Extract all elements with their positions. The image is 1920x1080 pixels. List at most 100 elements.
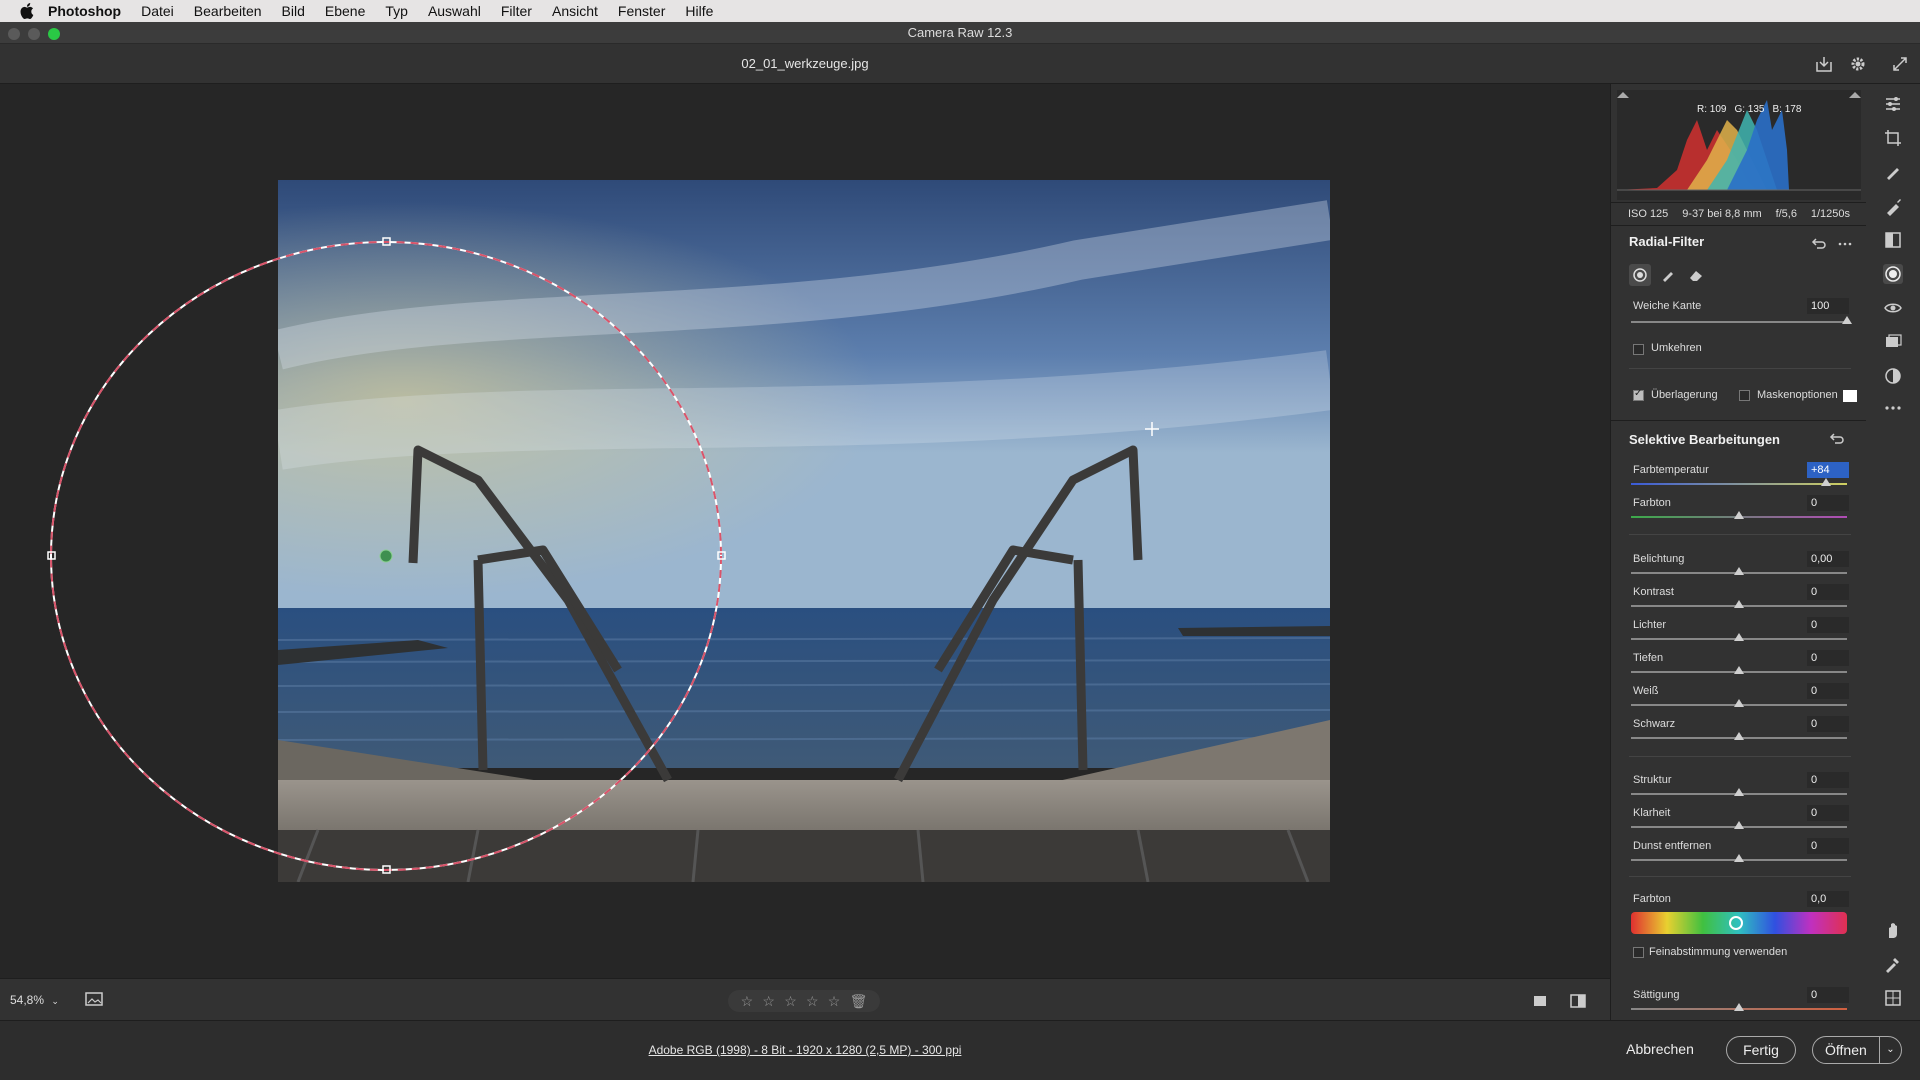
preview-image-icon[interactable] bbox=[84, 991, 106, 1009]
shutter-value: 1/1250s bbox=[1810, 208, 1851, 220]
blacks-label: Schwarz bbox=[1633, 718, 1676, 730]
menu-ansicht[interactable]: Ansicht bbox=[552, 3, 598, 19]
window-title: Camera Raw 12.3 bbox=[907, 25, 1013, 40]
highlights-slider-thumb[interactable] bbox=[1734, 633, 1744, 641]
grid-icon[interactable] bbox=[1883, 988, 1903, 1008]
edit-sliders-icon[interactable] bbox=[1883, 94, 1903, 114]
feather-slider-thumb[interactable] bbox=[1842, 316, 1852, 324]
before-after-icon[interactable] bbox=[1570, 993, 1586, 1009]
blacks-value[interactable]: 0 bbox=[1807, 716, 1849, 732]
whites-slider-thumb[interactable] bbox=[1734, 699, 1744, 707]
menu-ebene[interactable]: Ebene bbox=[325, 3, 365, 19]
clarity-slider-thumb[interactable] bbox=[1734, 821, 1744, 829]
radial-filter-overlay[interactable] bbox=[0, 84, 1610, 978]
menu-bild[interactable]: Bild bbox=[282, 3, 305, 19]
contrast-value[interactable]: 0 bbox=[1807, 584, 1849, 600]
menu-filter[interactable]: Filter bbox=[501, 3, 532, 19]
red-eye-icon[interactable] bbox=[1883, 298, 1903, 318]
healing-icon[interactable] bbox=[1883, 162, 1903, 182]
more-tools-icon[interactable] bbox=[1883, 398, 1903, 418]
shadows-slider-thumb[interactable] bbox=[1734, 666, 1744, 674]
tint-slider-thumb[interactable] bbox=[1734, 511, 1744, 519]
highlights-value[interactable]: 0 bbox=[1807, 617, 1849, 633]
exposure-value[interactable]: 0,00 bbox=[1807, 551, 1849, 567]
menu-fenster[interactable]: Fenster bbox=[618, 3, 665, 19]
apple-icon[interactable] bbox=[20, 3, 36, 19]
temperature-slider-thumb[interactable] bbox=[1821, 478, 1831, 486]
radial-filter-icon[interactable] bbox=[1883, 264, 1903, 284]
texture-value[interactable]: 0 bbox=[1807, 772, 1849, 788]
crop-icon[interactable] bbox=[1883, 128, 1903, 148]
lens-value: 9-37 bei 8,8 mm bbox=[1682, 208, 1762, 220]
eraser-icon[interactable] bbox=[1685, 264, 1707, 286]
image-canvas[interactable] bbox=[0, 84, 1610, 978]
hand-icon[interactable] bbox=[1883, 920, 1903, 940]
invert-checkbox[interactable] bbox=[1633, 344, 1644, 355]
tint-value[interactable]: 0 bbox=[1807, 495, 1849, 511]
aperture-value: f/5,6 bbox=[1775, 208, 1797, 220]
menu-typ[interactable]: Typ bbox=[385, 3, 408, 19]
exposure-slider-thumb[interactable] bbox=[1734, 567, 1744, 575]
zoom-window-button[interactable] bbox=[48, 28, 60, 40]
color-sampler-icon[interactable] bbox=[1883, 954, 1903, 974]
presets-icon[interactable] bbox=[1883, 366, 1903, 386]
open-button[interactable]: Öffnen ⌄ bbox=[1812, 1036, 1902, 1064]
blacks-slider-thumb[interactable] bbox=[1734, 732, 1744, 740]
trash-icon[interactable]: 🗑 bbox=[850, 993, 868, 1010]
star-icon[interactable]: ☆ bbox=[762, 993, 775, 1010]
texture-slider-thumb[interactable] bbox=[1734, 788, 1744, 796]
graduated-filter-icon[interactable] bbox=[1883, 230, 1903, 250]
menu-app-name[interactable]: Photoshop bbox=[48, 3, 121, 19]
save-icon[interactable] bbox=[1814, 54, 1834, 74]
more-icon[interactable] bbox=[1837, 236, 1853, 252]
star-icon[interactable]: ☆ bbox=[828, 993, 841, 1010]
clarity-value[interactable]: 0 bbox=[1807, 805, 1849, 821]
menu-hilfe[interactable]: Hilfe bbox=[685, 3, 713, 19]
blue-value: B: 178 bbox=[1772, 104, 1802, 115]
feather-value[interactable]: 100 bbox=[1807, 298, 1849, 314]
star-icon[interactable]: ☆ bbox=[784, 993, 797, 1010]
fine-tune-checkbox[interactable] bbox=[1633, 947, 1644, 958]
minimize-window-button[interactable] bbox=[28, 28, 40, 40]
menu-bearbeiten[interactable]: Bearbeiten bbox=[194, 3, 262, 19]
new-radial-icon[interactable] bbox=[1629, 264, 1651, 286]
reset-icon[interactable] bbox=[1829, 431, 1845, 447]
adjustment-brush-icon[interactable] bbox=[1883, 196, 1903, 216]
star-icon[interactable]: ☆ bbox=[806, 993, 819, 1010]
dehaze-value[interactable]: 0 bbox=[1807, 838, 1849, 854]
shadows-value[interactable]: 0 bbox=[1807, 650, 1849, 666]
rgb-readout: R: 109 G: 135 B: 178 bbox=[1697, 104, 1801, 115]
temperature-value[interactable]: +84 bbox=[1807, 462, 1849, 478]
green-value: G: 135 bbox=[1734, 104, 1765, 115]
window-title-bar: Camera Raw 12.3 bbox=[0, 22, 1920, 44]
saturation-slider-thumb[interactable] bbox=[1734, 1003, 1744, 1011]
dehaze-slider-thumb[interactable] bbox=[1734, 854, 1744, 862]
saturation-value[interactable]: 0 bbox=[1807, 987, 1849, 1003]
contrast-slider-thumb[interactable] bbox=[1734, 600, 1744, 608]
reset-icon[interactable] bbox=[1811, 236, 1827, 252]
hue-slider-thumb[interactable] bbox=[1729, 916, 1743, 930]
brush-icon[interactable] bbox=[1657, 264, 1679, 286]
feather-slider[interactable] bbox=[1631, 321, 1847, 323]
whites-value[interactable]: 0 bbox=[1807, 683, 1849, 699]
mask-color-swatch[interactable] bbox=[1843, 390, 1857, 402]
zoom-level-select[interactable]: 54,8% ⌄ bbox=[10, 993, 59, 1007]
snapshots-icon[interactable] bbox=[1883, 332, 1903, 352]
overlay-checkbox[interactable] bbox=[1633, 388, 1644, 401]
single-view-icon[interactable] bbox=[1532, 993, 1548, 1009]
gear-icon[interactable] bbox=[1848, 54, 1868, 74]
fullscreen-icon[interactable] bbox=[1890, 54, 1910, 74]
workflow-options-link[interactable]: Adobe RGB (1998) - 8 Bit - 1920 x 1280 (… bbox=[0, 1043, 1610, 1057]
mask-options-checkbox[interactable] bbox=[1739, 390, 1750, 401]
temperature-slider[interactable] bbox=[1631, 483, 1847, 485]
close-window-button[interactable] bbox=[8, 28, 20, 40]
hue-value[interactable]: 0,0 bbox=[1807, 891, 1849, 907]
chevron-down-icon[interactable]: ⌄ bbox=[1879, 1037, 1901, 1063]
zoom-level-value: 54,8% bbox=[10, 993, 45, 1007]
done-button[interactable]: Fertig bbox=[1726, 1036, 1796, 1064]
menu-datei[interactable]: Datei bbox=[141, 3, 174, 19]
star-rating[interactable]: ☆ ☆ ☆ ☆ ☆ 🗑 bbox=[728, 990, 880, 1012]
cancel-button[interactable]: Abbrechen bbox=[1620, 1036, 1700, 1064]
menu-auswahl[interactable]: Auswahl bbox=[428, 3, 481, 19]
star-icon[interactable]: ☆ bbox=[741, 993, 754, 1010]
